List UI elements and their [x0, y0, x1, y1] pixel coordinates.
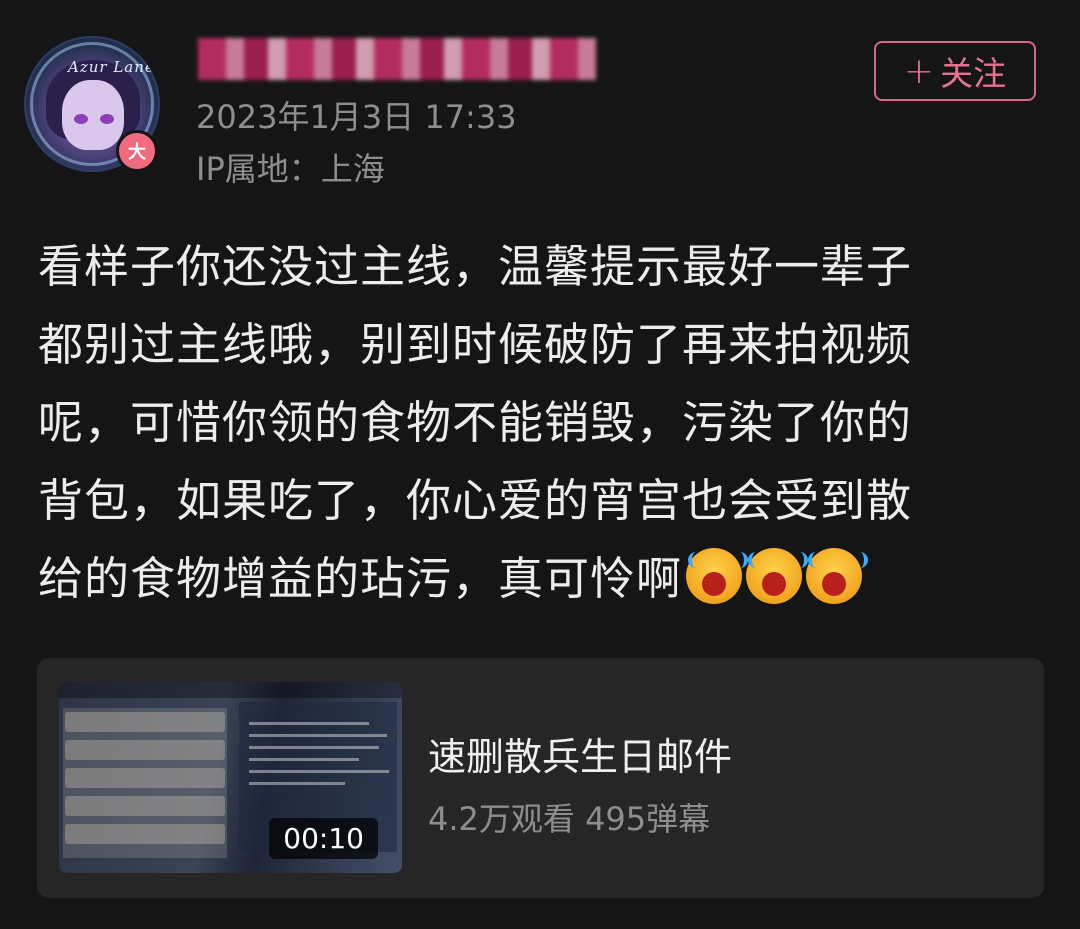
username-redacted[interactable] [198, 38, 596, 80]
content-line: 都别过主线哦，别到时候破防了再来拍视频 [38, 318, 913, 371]
thumb-text [249, 758, 359, 761]
thumb-row [65, 824, 225, 844]
post-content: 看样子你还没过主线，温馨提示最好一辈子 都别过主线哦，别到时候破防了再来拍视频 … [38, 228, 1048, 618]
thumb-row [65, 768, 225, 788]
thumb-text [249, 746, 379, 749]
crying-face-icon [686, 548, 749, 604]
content-line: 背包，如果吃了，你心爱的宵宫也会受到散 [38, 474, 913, 527]
content-line-text: 给的食物增益的玷污，真可怜啊 [38, 552, 683, 605]
plus-icon: + [903, 50, 935, 92]
user-level-badge: 大 [116, 130, 158, 172]
crying-face-icon [746, 548, 809, 604]
thumb-row [65, 740, 225, 760]
crying-face-icon [806, 548, 869, 604]
thumb-text [249, 770, 389, 773]
content-line-last: 给的食物增益的玷污，真可怜啊 [38, 540, 1048, 618]
post-timestamp: 2023年1月3日 17:33 [196, 98, 517, 136]
thumb-text [249, 782, 345, 785]
avatar-logo-text: Azur Lane [68, 58, 155, 76]
thumb-topbar [59, 682, 402, 698]
follow-label: 关注 [940, 54, 1007, 93]
video-stats: 4.2万观看 495弹幕 [428, 800, 711, 838]
video-duration: 00:10 [269, 818, 378, 859]
follow-button[interactable]: + 关注 [874, 41, 1036, 101]
thumb-row [65, 712, 225, 732]
ip-location: IP属地：上海 [196, 150, 385, 188]
thumb-text [249, 734, 387, 737]
content-line: 呢，可惜你领的食物不能销毁，污染了你的 [38, 396, 913, 449]
thumb-text [249, 722, 369, 725]
thumb-row [65, 796, 225, 816]
video-title[interactable]: 速删散兵生日邮件 [428, 726, 732, 781]
video-thumbnail[interactable]: 00:10 [59, 682, 402, 873]
content-line: 看样子你还没过主线，温馨提示最好一辈子 [38, 240, 913, 293]
